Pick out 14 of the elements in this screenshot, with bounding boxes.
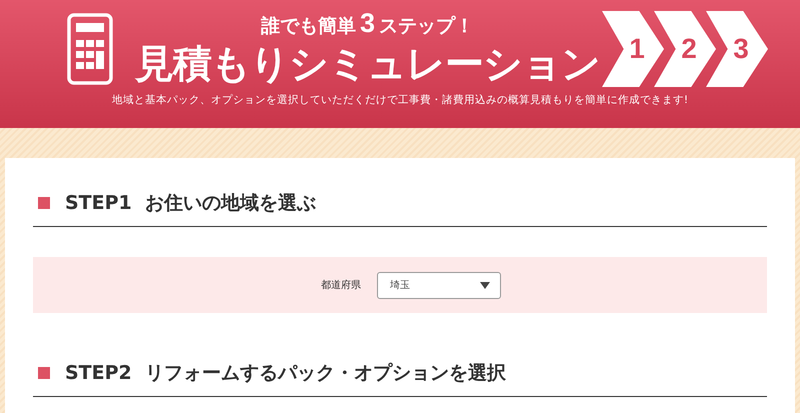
step-chevron: 1 <box>602 11 664 87</box>
square-bullet-icon <box>38 197 50 209</box>
field-label: 都道府県 <box>321 278 361 292</box>
square-bullet-icon <box>38 367 50 379</box>
calculator-icon <box>67 13 113 85</box>
step-chevron: 3 <box>706 11 768 87</box>
banner-description: 地域と基本パック、オプションを選択していただくだけで工事費・諸費用込みの概算見積もりを簡単に作成できます! <box>110 93 690 107</box>
section-heading: STEP2 リフォームするパック・オプションを選択 <box>65 361 506 386</box>
page-title: 見積もりシミュレーション <box>135 41 600 89</box>
step-chevron: 2 <box>654 11 716 87</box>
tagline: 誰でも簡単 3 ステップ！ <box>260 10 474 39</box>
section-heading: STEP1 お住いの地域を選ぶ <box>65 191 316 216</box>
caret-icon <box>480 282 490 288</box>
prefecture-dropdown[interactable]: 埼玉 <box>377 272 501 298</box>
